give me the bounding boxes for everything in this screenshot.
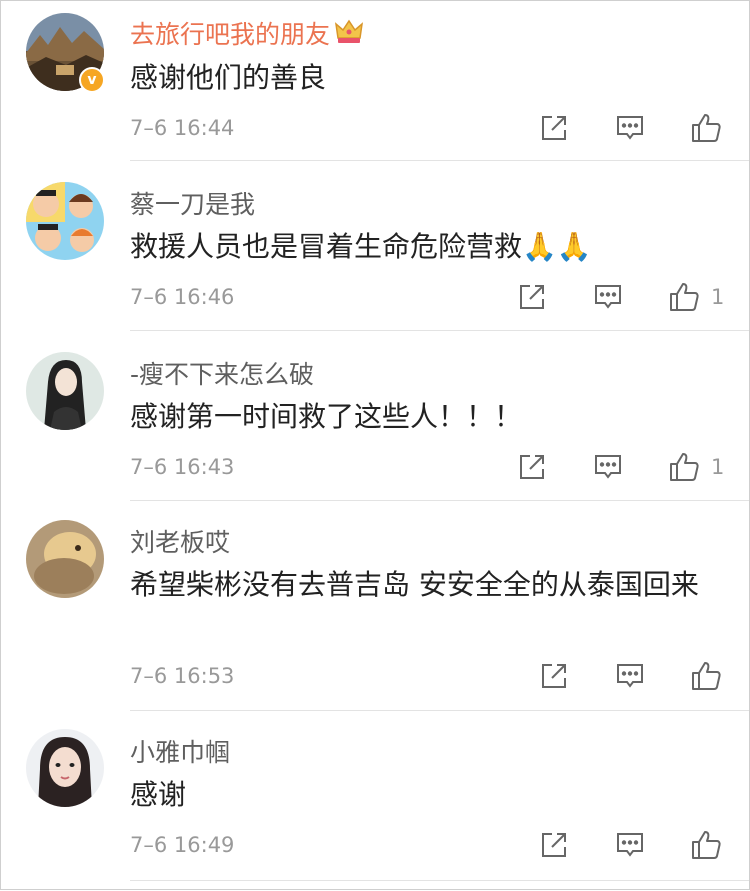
comment-actions: [537, 659, 723, 693]
avatar[interactable]: [26, 729, 104, 807]
share-icon[interactable]: [537, 828, 571, 862]
share-icon[interactable]: [537, 111, 571, 145]
thumbs-up-icon: [689, 659, 723, 693]
comment-item: 小雅巾帼 感谢 7–6 16:49: [1, 711, 749, 891]
like-button[interactable]: 1: [667, 450, 725, 484]
comment-item: -瘦不下来怎么破 感谢第一时间救了这些人！！！ 7–6 16:43 1: [1, 331, 749, 501]
username[interactable]: 小雅巾帼: [130, 733, 230, 769]
thumbs-up-icon: [667, 450, 701, 484]
comment-text: 感谢他们的善良: [130, 61, 327, 94]
share-icon[interactable]: [537, 659, 571, 693]
thumbs-up-icon: [689, 111, 723, 145]
avatar[interactable]: [26, 520, 104, 598]
comment-icon[interactable]: [591, 450, 625, 484]
comment-text: 希望柴彬没有去普吉岛 安安全全的从泰国回来: [130, 568, 699, 601]
comment-item: 刘老板哎 希望柴彬没有去普吉岛 安安全全的从泰国回来 7–6 16:53: [1, 501, 749, 711]
comment-item: 蔡一刀是我 救援人员也是冒着生命危险营救🙏🙏 7–6 16:46 1: [1, 161, 749, 331]
crown-icon: [334, 18, 364, 52]
verified-v-icon: v: [79, 67, 105, 93]
like-button[interactable]: [689, 659, 723, 693]
timestamp: 7–6 16:44: [130, 116, 235, 140]
thumbs-up-icon: [667, 280, 701, 314]
comment-icon[interactable]: [591, 280, 625, 314]
comment-actions: [537, 828, 723, 862]
comment-actions: [537, 111, 723, 145]
avatar[interactable]: [26, 352, 104, 430]
timestamp: 7–6 16:46: [130, 285, 235, 309]
timestamp: 7–6 16:49: [130, 833, 235, 857]
comment-icon[interactable]: [613, 111, 647, 145]
like-button[interactable]: [689, 111, 723, 145]
comment-icon[interactable]: [613, 828, 647, 862]
timestamp: 7–6 16:53: [130, 664, 235, 688]
username[interactable]: -瘦不下来怎么破: [130, 355, 314, 391]
comment-icon[interactable]: [613, 659, 647, 693]
like-button[interactable]: [689, 828, 723, 862]
comment-text: 救援人员也是冒着生命危险营救🙏🙏: [130, 230, 592, 263]
share-icon[interactable]: [515, 450, 549, 484]
comment-actions: 1: [515, 450, 725, 484]
comment-text: 感谢: [130, 778, 187, 811]
username[interactable]: 去旅行吧我的朋友: [130, 15, 364, 52]
like-count: 1: [711, 455, 725, 479]
thumbs-up-icon: [689, 828, 723, 862]
username[interactable]: 刘老板哎: [130, 523, 230, 559]
comment-text: 感谢第一时间救了这些人！！！: [130, 400, 523, 433]
like-count: 1: [711, 285, 725, 309]
comment-item: v 去旅行吧我的朋友 感谢他们的善良 7–6 16:44: [1, 1, 749, 161]
share-icon[interactable]: [515, 280, 549, 314]
like-button[interactable]: 1: [667, 280, 725, 314]
divider: [130, 880, 749, 881]
avatar[interactable]: [26, 182, 104, 260]
timestamp: 7–6 16:43: [130, 455, 235, 479]
username[interactable]: 蔡一刀是我: [130, 185, 255, 221]
comment-actions: 1: [515, 280, 725, 314]
